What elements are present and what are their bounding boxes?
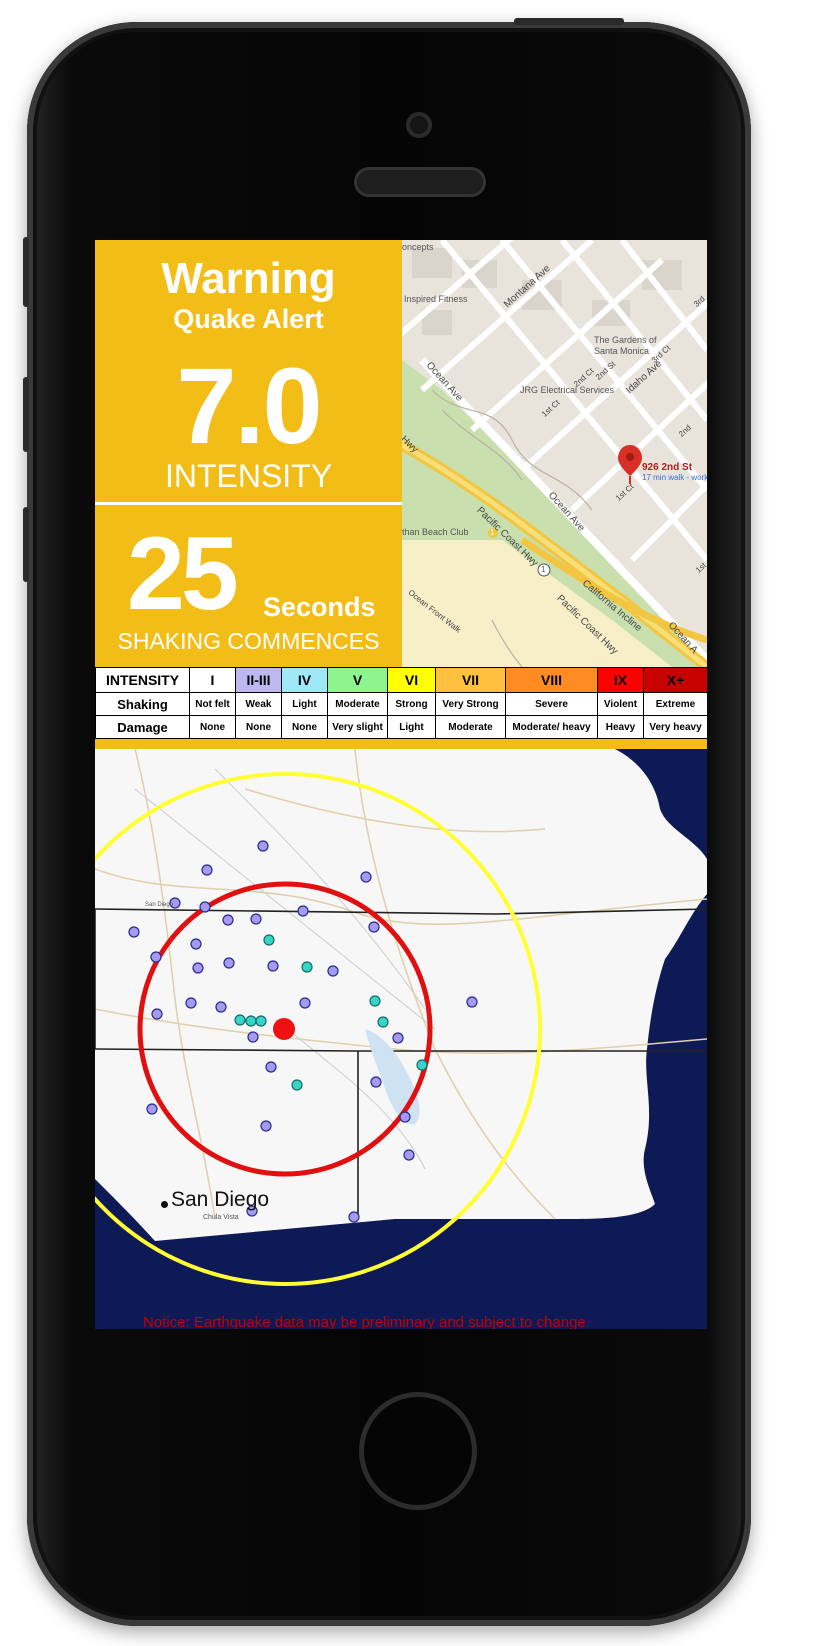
damage-header: Damage xyxy=(95,715,190,739)
level-cell: VI xyxy=(387,667,436,693)
pin-walk-time: 17 min walk - work xyxy=(642,473,707,482)
intensity-scale-table: INTENSITY I II-III IV V VI VII VIII IX X… xyxy=(95,667,707,739)
quake-alert-panel: Warning Quake Alert 7.0 INTENSITY 25 Sec… xyxy=(95,240,402,667)
countdown-seconds: 25 xyxy=(127,516,239,632)
shaking-cell: Very Strong xyxy=(435,692,506,716)
level-cell: VII xyxy=(435,667,506,693)
shaking-cell: Not felt xyxy=(189,692,236,716)
front-camera xyxy=(406,112,432,138)
level-cell: V xyxy=(327,667,388,693)
volume-down-button xyxy=(23,507,29,582)
damage-row: Damage None None None Very slight Light … xyxy=(95,715,707,739)
street-map[interactable]: oncepts Inspired Fitness The Gardens of … xyxy=(402,240,707,667)
land-area xyxy=(95,749,707,1241)
magnitude-label: INTENSITY xyxy=(164,458,333,494)
level-cell: VIII xyxy=(505,667,598,693)
level-cell: IV xyxy=(281,667,328,693)
map-label-beach-club: than Beach Club xyxy=(402,527,469,537)
shaking-row: Shaking Not felt Weak Light Moderate Str… xyxy=(95,692,707,716)
damage-cell: Heavy xyxy=(597,715,644,739)
shaking-cell: Weak xyxy=(235,692,282,716)
city-label-small: San Diego xyxy=(145,902,174,908)
shaking-cell: Violent xyxy=(597,692,644,716)
intensity-row: INTENSITY I II-III IV V VI VII VIII IX X… xyxy=(95,667,707,693)
city-label-chula-vista: Chula Vista xyxy=(203,1214,239,1221)
shaking-cell: Extreme xyxy=(643,692,707,716)
damage-cell: Very heavy xyxy=(643,715,707,739)
magnitude-value: 7.0 xyxy=(176,345,322,466)
shaking-cell: Moderate xyxy=(327,692,388,716)
level-cell: X+ xyxy=(643,667,707,693)
shaking-commences-label: SHAKING COMMENCES xyxy=(117,628,380,654)
panel-divider xyxy=(95,502,402,505)
map-label-gardens: The Gardens of xyxy=(594,335,657,345)
level-cell: IX xyxy=(597,667,644,693)
damage-cell: None xyxy=(281,715,328,739)
pin-address: 926 2nd St xyxy=(642,462,693,473)
yellow-separator xyxy=(95,739,707,749)
home-button[interactable] xyxy=(359,1392,477,1510)
app-screen: Warning Quake Alert 7.0 INTENSITY 25 Sec… xyxy=(95,240,707,1329)
route-badge-1: 1 xyxy=(541,565,546,574)
level-cell: II-III xyxy=(235,667,282,693)
damage-cell: Very slight xyxy=(327,715,388,739)
shaking-cell: Strong xyxy=(387,692,436,716)
seconds-label: Seconds xyxy=(263,592,376,622)
damage-cell: Light xyxy=(387,715,436,739)
damage-cell: None xyxy=(189,715,236,739)
damage-cell: Moderate xyxy=(435,715,506,739)
level-cell: I xyxy=(189,667,236,693)
volume-up-button xyxy=(23,377,29,452)
epicenter-marker xyxy=(273,1018,295,1040)
map-label-jrg: JRG Electrical Services xyxy=(520,385,615,395)
regional-map-graphics xyxy=(95,748,707,1329)
map-label-gardens-2: Santa Monica xyxy=(594,346,650,356)
warning-title: Warning xyxy=(161,254,336,303)
shaking-header: Shaking xyxy=(95,692,190,716)
mute-switch xyxy=(23,237,29,307)
shaking-cell: Severe xyxy=(505,692,598,716)
map-label-fitness: Inspired Fitness xyxy=(404,294,468,304)
quake-alert-subtitle: Quake Alert xyxy=(173,304,324,334)
damage-cell: None xyxy=(235,715,282,739)
city-label-san-diego: San Diego xyxy=(171,1188,270,1211)
intensity-header: INTENSITY xyxy=(95,667,190,693)
data-notice: Notice: Earthquake data may be prelimina… xyxy=(143,1314,586,1329)
regional-shake-map[interactable]: San Diego Chula Vista San Diego xyxy=(95,748,707,1329)
shaking-cell: Light xyxy=(281,692,328,716)
damage-cell: Moderate/ heavy xyxy=(505,715,598,739)
san-diego-dot xyxy=(161,1201,168,1208)
route-badge-2: 1 xyxy=(490,528,495,537)
earpiece-speaker xyxy=(354,167,486,197)
power-button xyxy=(514,18,624,25)
street-map-graphics xyxy=(402,240,707,667)
map-label-concepts: oncepts xyxy=(402,242,434,252)
